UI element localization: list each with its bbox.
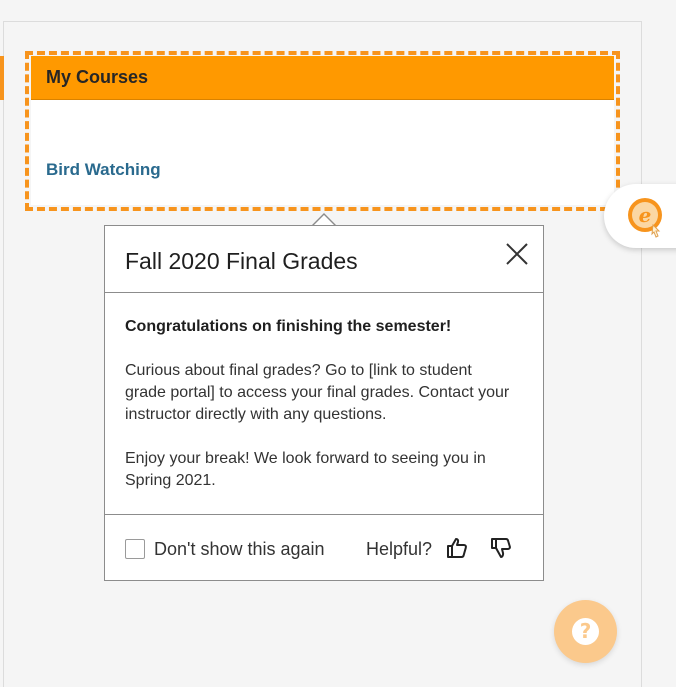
thumbs-up-icon — [447, 538, 467, 558]
popover-heading: Congratulations on finishing the semeste… — [125, 318, 452, 335]
thumbs-down-icon — [491, 538, 511, 558]
course-link-bird-watching[interactable]: Bird Watching — [46, 160, 161, 180]
thumbs-down-button[interactable] — [489, 536, 513, 560]
question-icon: ? — [572, 618, 599, 645]
announcement-popover: Fall 2020 Final Grades Congratulations o… — [104, 225, 544, 581]
e-badge-icon: e — [628, 198, 662, 238]
page: My Courses Bird Watching e Fall 2020 Fin… — [0, 0, 676, 687]
dont-show-label[interactable]: Don't show this again — [154, 539, 325, 560]
helpful-label: Helpful? — [366, 539, 433, 559]
content-frame-top — [3, 21, 642, 22]
close-button[interactable] — [503, 240, 531, 268]
thumbs-up-button[interactable] — [445, 536, 469, 560]
help-button[interactable]: ? — [554, 600, 617, 663]
close-icon — [506, 243, 528, 265]
popover-footer: Don't show this again Helpful? — [105, 515, 543, 581]
my-courses-module: My Courses Bird Watching — [31, 56, 614, 205]
module-title: My Courses — [46, 67, 149, 87]
popover-header: Fall 2020 Final Grades — [105, 226, 543, 293]
dont-show-checkbox[interactable] — [125, 539, 145, 559]
popover-body: Congratulations on finishing the semeste… — [105, 293, 543, 515]
module-header: My Courses — [31, 56, 614, 100]
popover-title: Fall 2020 Final Grades — [125, 248, 358, 274]
content-frame-right — [641, 21, 642, 687]
left-accent-bar — [0, 56, 4, 100]
popover-paragraph-grades: Curious about final grades? Go to [link … — [125, 362, 510, 423]
popover-paragraph-break: Enjoy your break! We look forward to see… — [125, 450, 486, 489]
side-badge-tab[interactable]: e — [604, 184, 676, 248]
content-frame-left — [3, 21, 4, 687]
svg-text:e: e — [639, 203, 652, 227]
